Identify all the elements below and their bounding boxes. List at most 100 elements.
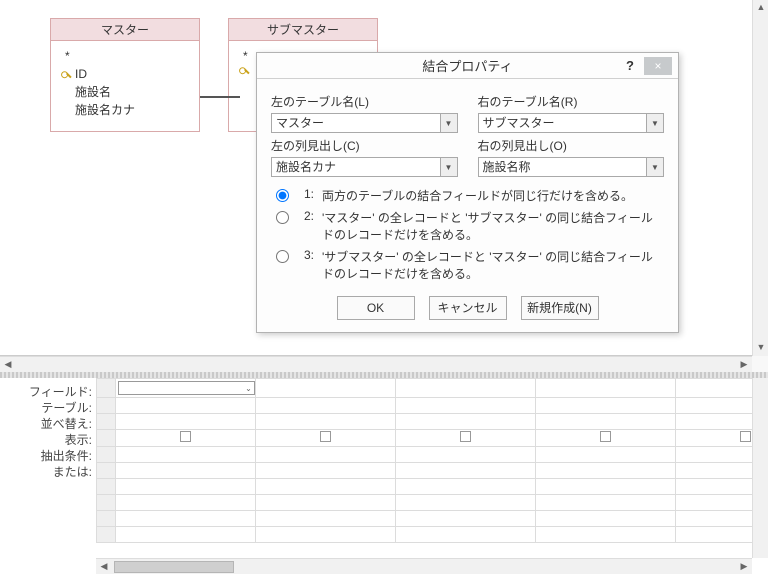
row-selector[interactable] xyxy=(97,379,116,398)
scroll-left-icon[interactable]: ◀ xyxy=(96,561,112,572)
entity-master-star: * xyxy=(61,47,191,65)
or-cell[interactable] xyxy=(395,495,535,511)
show-cell[interactable] xyxy=(535,430,675,447)
table-cell[interactable] xyxy=(115,398,255,414)
grid-horizontal-scrollbar[interactable]: ◀ ▶ xyxy=(96,558,752,574)
grid-vertical-scrollbar[interactable] xyxy=(752,378,768,558)
field-cell[interactable] xyxy=(535,379,675,398)
scrollbar-thumb[interactable] xyxy=(114,561,234,573)
left-table-combo[interactable]: マスター ▼ xyxy=(271,113,458,133)
field-cell[interactable]: ⌄ xyxy=(115,379,255,398)
field-cell[interactable] xyxy=(395,379,535,398)
or-cell[interactable] xyxy=(115,511,255,527)
right-column-combo[interactable]: 施設名称 ▼ xyxy=(478,157,665,177)
show-checkbox[interactable] xyxy=(740,431,751,442)
or-cell[interactable] xyxy=(115,463,255,479)
label-show: 表示: xyxy=(0,432,92,448)
cancel-button[interactable]: キャンセル xyxy=(429,296,507,320)
help-button[interactable]: ? xyxy=(620,57,640,75)
or-cell[interactable] xyxy=(115,527,255,543)
chevron-down-icon[interactable]: ▼ xyxy=(440,114,457,132)
table-cell[interactable] xyxy=(395,398,535,414)
criteria-cell[interactable] xyxy=(395,447,535,463)
chevron-down-icon[interactable]: ▼ xyxy=(440,158,457,176)
entity-master-field-name: 施設名 xyxy=(75,83,111,101)
ok-button[interactable]: OK xyxy=(337,296,415,320)
sort-cell[interactable] xyxy=(255,414,395,430)
table-cell[interactable] xyxy=(535,398,675,414)
or-cell[interactable] xyxy=(395,463,535,479)
or-cell[interactable] xyxy=(255,527,395,543)
sort-cell[interactable] xyxy=(115,414,255,430)
show-checkbox[interactable] xyxy=(180,431,191,442)
row-selector[interactable] xyxy=(97,463,116,479)
scroll-right-icon[interactable]: ▶ xyxy=(736,359,752,370)
show-cell[interactable] xyxy=(115,430,255,447)
show-cell[interactable] xyxy=(255,430,395,447)
left-column-combo[interactable]: 施設名カナ ▼ xyxy=(271,157,458,177)
join-type-3-desc: 'サブマスター' の全レコードと 'マスター' の同じ結合フィールドのレコードだ… xyxy=(322,248,664,282)
diagram-horizontal-scrollbar[interactable]: ◀ ▶ xyxy=(0,356,752,372)
row-selector[interactable] xyxy=(97,447,116,463)
design-grid[interactable]: ⌄ xyxy=(96,378,768,543)
row-selector[interactable] xyxy=(97,414,116,430)
row-selector[interactable] xyxy=(97,495,116,511)
sort-cell[interactable] xyxy=(535,414,675,430)
or-cell[interactable] xyxy=(255,463,395,479)
row-selector[interactable] xyxy=(97,527,116,543)
or-cell[interactable] xyxy=(255,479,395,495)
chevron-down-icon[interactable]: ▼ xyxy=(646,158,663,176)
criteria-cell[interactable] xyxy=(115,447,255,463)
or-cell[interactable] xyxy=(115,479,255,495)
or-cell[interactable] xyxy=(115,495,255,511)
or-cell[interactable] xyxy=(395,527,535,543)
dialog-titlebar[interactable]: 結合プロパティ ? × xyxy=(257,53,678,79)
or-cell[interactable] xyxy=(535,463,675,479)
row-selector[interactable] xyxy=(97,479,116,495)
join-type-1-radio[interactable] xyxy=(276,189,289,202)
show-checkbox[interactable] xyxy=(460,431,471,442)
scroll-up-icon[interactable]: ▲ xyxy=(753,0,768,16)
diagram-vertical-scrollbar[interactable]: ▲ ▼ xyxy=(752,0,768,356)
or-cell[interactable] xyxy=(395,511,535,527)
join-type-radios: 1: 両方のテーブルの結合フィールドが同じ行だけを含める。 2: 'マスター' … xyxy=(271,187,664,282)
scroll-right-icon[interactable]: ▶ xyxy=(736,561,752,572)
grid-row-labels: フィールド: テーブル: 並べ替え: 表示: 抽出条件: または: xyxy=(0,378,96,574)
new-button[interactable]: 新規作成(N) xyxy=(521,296,599,320)
table-cell[interactable] xyxy=(255,398,395,414)
join-type-3-radio[interactable] xyxy=(276,250,289,263)
or-cell[interactable] xyxy=(535,479,675,495)
or-cell[interactable] xyxy=(255,511,395,527)
join-type-2-radio[interactable] xyxy=(276,211,289,224)
entity-master[interactable]: マスター * ID 施設名 施設名カナ xyxy=(50,18,200,132)
criteria-cell[interactable] xyxy=(255,447,395,463)
scroll-down-icon[interactable]: ▼ xyxy=(753,340,768,356)
right-table-combo[interactable]: サブマスター ▼ xyxy=(478,113,665,133)
join-properties-dialog: 結合プロパティ ? × 左のテーブル名(L) マスター ▼ 左の列見出し(C) … xyxy=(256,52,679,333)
or-cell[interactable] xyxy=(395,479,535,495)
show-checkbox[interactable] xyxy=(320,431,331,442)
label-sort: 並べ替え: xyxy=(0,416,92,432)
show-cell[interactable] xyxy=(395,430,535,447)
relationship-diagram-pane[interactable]: マスター * ID 施設名 施設名カナ サブマスター * xyxy=(0,0,752,356)
or-cell[interactable] xyxy=(535,495,675,511)
row-selector[interactable] xyxy=(97,430,116,447)
row-selector[interactable] xyxy=(97,511,116,527)
or-cell[interactable] xyxy=(535,527,675,543)
label-field: フィールド: xyxy=(0,384,92,400)
right-column-value: 施設名称 xyxy=(479,158,647,176)
scroll-left-icon[interactable]: ◀ xyxy=(0,359,16,370)
criteria-cell[interactable] xyxy=(535,447,675,463)
chevron-down-icon[interactable]: ▼ xyxy=(646,114,663,132)
close-icon: × xyxy=(654,59,661,73)
field-cell[interactable] xyxy=(255,379,395,398)
close-button[interactable]: × xyxy=(644,57,672,75)
row-selector[interactable] xyxy=(97,398,116,414)
or-cell[interactable] xyxy=(255,495,395,511)
join-line[interactable] xyxy=(200,96,240,98)
show-checkbox[interactable] xyxy=(600,431,611,442)
sort-cell[interactable] xyxy=(395,414,535,430)
field-dropdown[interactable]: ⌄ xyxy=(118,381,255,395)
join-type-3-num: 3: xyxy=(300,248,314,262)
or-cell[interactable] xyxy=(535,511,675,527)
